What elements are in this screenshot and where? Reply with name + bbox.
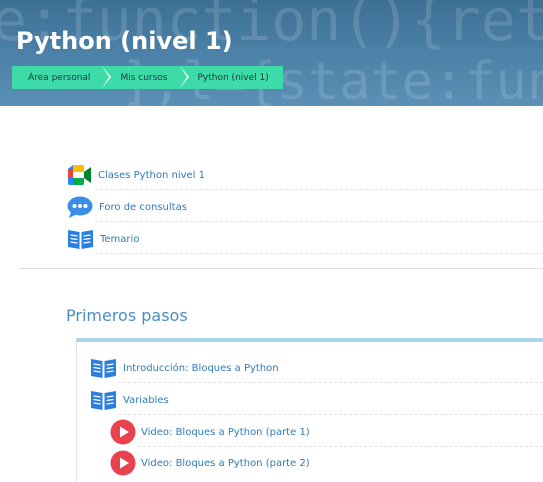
- activity-label: Foro de consultas: [99, 201, 187, 213]
- book-icon: [91, 391, 116, 410]
- row-divider: [118, 414, 543, 415]
- video-play-icon: [110, 450, 136, 476]
- activity-video-parte-2[interactable]: Video: Bloques a Python (parte 2): [110, 450, 310, 476]
- row-divider: [138, 446, 543, 447]
- breadcrumb-label: Mis cursos: [120, 72, 168, 83]
- breadcrumb-label: Python (nivel 1): [197, 72, 269, 83]
- page-title: Python (nivel 1): [16, 27, 233, 55]
- activity-clases-python[interactable]: Clases Python nivel 1: [67, 163, 205, 187]
- google-meet-icon: [68, 165, 91, 185]
- breadcrumb-item-mis-cursos[interactable]: Mis cursos: [102, 66, 189, 89]
- book-icon: [91, 359, 116, 378]
- section-title[interactable]: Primeros pasos: [66, 306, 188, 325]
- activity-video-parte-1[interactable]: Video: Bloques a Python (parte 1): [110, 419, 310, 445]
- row-divider: [118, 382, 543, 383]
- row-divider: [95, 253, 543, 254]
- breadcrumb-separator-fill: [102, 66, 110, 88]
- video-play-icon: [110, 419, 136, 445]
- row-divider: [95, 221, 543, 222]
- activity-foro-consultas[interactable]: Foro de consultas: [67, 195, 187, 219]
- breadcrumb-item-area-personal[interactable]: Área personal: [12, 66, 112, 89]
- breadcrumb-item-current-course[interactable]: Python (nivel 1): [179, 66, 283, 89]
- book-icon: [68, 230, 93, 249]
- course-header: e:function(){return ];l={state:fun Pytho…: [0, 0, 543, 106]
- breadcrumb-label: Área personal: [28, 72, 91, 83]
- activity-label: Video: Bloques a Python (parte 1): [141, 426, 310, 438]
- activity-label: Variables: [123, 394, 169, 406]
- activity-label: Clases Python nivel 1: [98, 169, 205, 181]
- row-divider: [95, 189, 543, 190]
- forum-chat-icon: [67, 196, 93, 218]
- activity-variables[interactable]: Variables: [90, 388, 169, 412]
- activity-label: Video: Bloques a Python (parte 2): [141, 457, 310, 469]
- activity-temario[interactable]: Temario: [67, 227, 139, 251]
- section-divider: [20, 268, 543, 269]
- breadcrumb-separator-fill: [179, 66, 187, 88]
- activity-introduccion[interactable]: Introducción: Bloques a Python: [90, 356, 279, 380]
- activity-label: Introducción: Bloques a Python: [123, 362, 279, 374]
- breadcrumb: Área personal Mis cursos Python (nivel 1…: [12, 66, 283, 89]
- activity-label: Temario: [100, 233, 140, 245]
